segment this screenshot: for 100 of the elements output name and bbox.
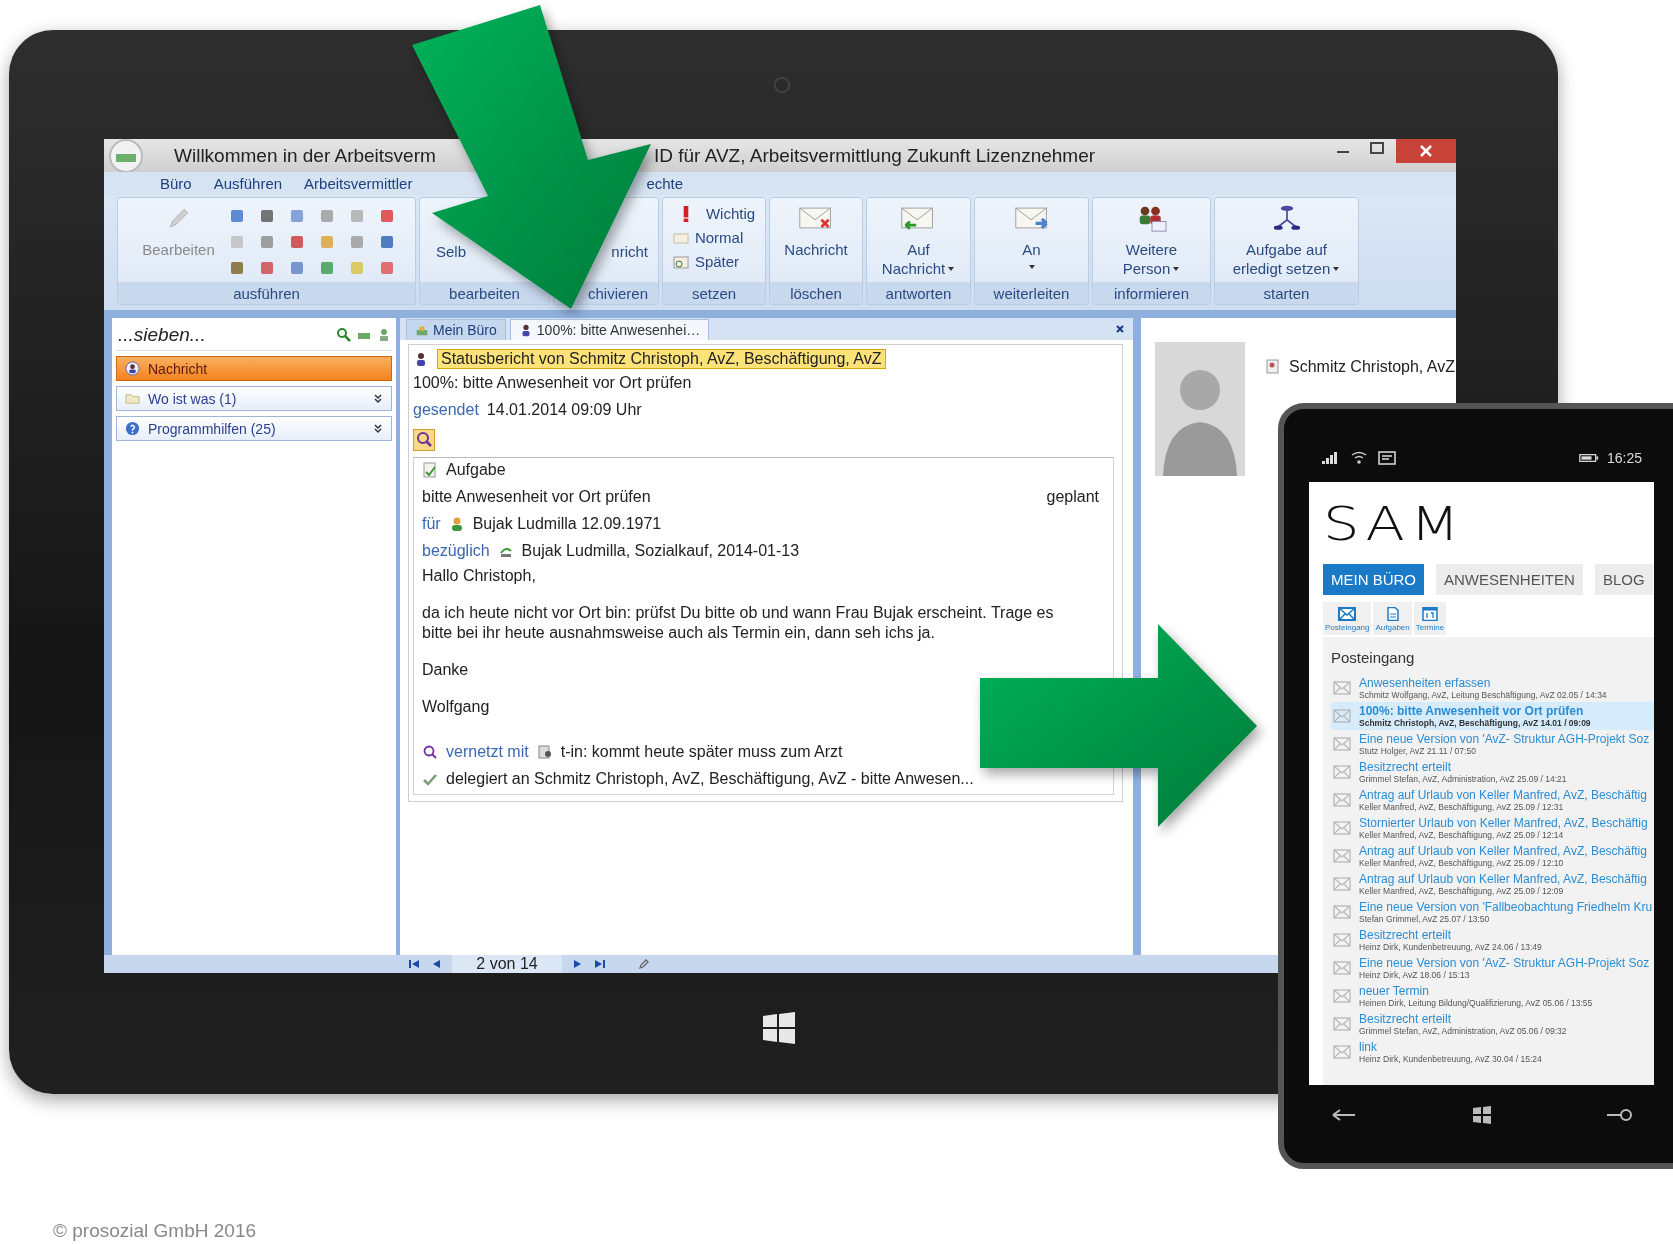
zoom-button[interactable] [413, 429, 435, 451]
envelope-icon [1333, 765, 1351, 779]
message-subject: Besitzrecht erteilt [1359, 1011, 1453, 1026]
ribbon-button[interactable]: Nachricht [780, 202, 852, 261]
menu-item[interactable]: echte [646, 175, 684, 192]
tool-icon[interactable] [258, 208, 275, 224]
envelope-icon [1333, 877, 1351, 891]
message-subject: link [1359, 1039, 1378, 1054]
menu-item[interactable]: Arbeitsvermittler [304, 175, 413, 192]
group-label: löschen [770, 282, 862, 304]
inbox-row[interactable]: Antrag auf Urlaub von Keller Manfred, AvZ, Beschäftig Keller Manfred, AvZ, Beschäftigung, AvZ 25.09 / 12:09 [1331, 870, 1654, 898]
window-title: ID für AVZ, Arbeitsvermittlung Zukunft Lizenznehmer [654, 144, 1096, 167]
tool-icon[interactable] [258, 234, 275, 250]
envelope-icon [1333, 1017, 1351, 1031]
app-logo-icon [108, 139, 144, 174]
close-button[interactable] [1396, 139, 1456, 163]
first-page-icon[interactable] [408, 958, 420, 970]
message-subject: Besitzrecht erteilt [1359, 927, 1453, 942]
inbox-row[interactable]: Antrag auf Urlaub von Keller Manfred, AvZ, Beschäftig Keller Manfred, AvZ, Beschäftigung, AvZ 25.09 / 12:31 [1331, 786, 1654, 814]
navigation-item[interactable]: Wo ist was (1) [116, 386, 392, 411]
tool-icon[interactable] [228, 260, 245, 276]
tool-icon[interactable] [348, 234, 365, 250]
priority-button[interactable]: Wichtig [668, 202, 760, 225]
message-sender: Schmitz Wolfgang, AvZ, Leitung Beschäftigung, AvZ 02.05 / 14:34 [1359, 689, 1607, 701]
message-sender: Heinz Dirk, Kundenbetreuung, AvZ 30.04 / 15:24 [1359, 1053, 1542, 1065]
message-paragraph: Hallo Christoph, [422, 566, 537, 586]
person-icon [125, 361, 140, 376]
zoom-icon[interactable] [422, 743, 438, 760]
help-icon [125, 421, 140, 436]
app-tab[interactable]: MEIN BÜRO [1323, 564, 1424, 595]
envelope-icon [1333, 933, 1351, 947]
expand-icon[interactable] [373, 393, 383, 404]
message-subject: Eine neue Version von 'AvZ- Struktur AGH-Projekt Soz [1359, 955, 1650, 970]
tool-icon[interactable] [378, 234, 395, 250]
message-subject: Antrag auf Urlaub von Keller Manfred, AvZ, Beschäftig [1359, 787, 1647, 802]
priority-button[interactable]: Später [668, 250, 760, 273]
inbox-row[interactable]: link Heinz Dirk, Kundenbetreuung, AvZ 30.04 / 15:24 [1331, 1038, 1654, 1066]
menu-item[interactable]: Büro [160, 175, 192, 192]
section-title: Aufgabe [446, 460, 506, 479]
inbox-row[interactable]: 100%: bitte Anwesenheit vor Ort prüfen Schmitz Christoph, AvZ, Beschäftigung, AvZ 14.01 / 09:09 [1331, 702, 1654, 730]
calendar-icon [1420, 607, 1439, 621]
envelope-icon [1333, 1045, 1351, 1059]
inbox-row[interactable]: Anwesenheiten erfassen Schmitz Wolfgang, AvZ, Leitung Beschäftigung, AvZ 02.05 / 14:34 [1331, 674, 1654, 702]
message-sender: Schmitz Christoph, AvZ, Beschäftigung, AvZ 14.01 / 09:09 [1359, 717, 1591, 729]
ribbon-button[interactable]: nricht [607, 240, 652, 263]
ribbon-button[interactable]: Auf Nachricht [877, 202, 960, 280]
app-tab[interactable]: ANWESENHEITEN [1436, 564, 1583, 595]
field-label: gesendet [413, 400, 479, 419]
delegation-note: delegiert an Schmitz Christoph, AvZ, Beschäftigung, AvZ - bitte Anwesen... [446, 769, 974, 788]
close-icon[interactable] [1115, 324, 1125, 334]
document-tab[interactable]: Mein Büro [406, 319, 506, 340]
expand-icon[interactable] [373, 423, 383, 434]
tool-icon[interactable] [378, 260, 395, 276]
priority-button[interactable]: Normal [668, 226, 760, 249]
windows-logo-icon[interactable] [762, 1011, 796, 1045]
tool-icon[interactable] [288, 208, 305, 224]
tool-icon[interactable] [288, 234, 305, 250]
status-time: 16:25 [1606, 450, 1642, 466]
navigation-item[interactable]: Programmhilfen (25) [116, 416, 392, 441]
navigation-item[interactable]: Nachricht [116, 356, 392, 381]
envelope-icon [1333, 849, 1351, 863]
inbox-row[interactable]: Antrag auf Urlaub von Keller Manfred, AvZ, Beschäftig Keller Manfred, AvZ, Beschäftigung, AvZ 25.09 / 12:10 [1331, 842, 1654, 870]
tool-icon[interactable] [288, 260, 305, 276]
message-subject: Anwesenheiten erfassen [1359, 675, 1492, 690]
inbox-row[interactable]: Stornierter Urlaub von Keller Manfred, AvZ, Beschäftig Keller Manfred, AvZ, Beschäftigung, AvZ 25.09 / 12:14 [1331, 814, 1654, 842]
app-logo: SAM [1323, 498, 1465, 550]
inbox-row[interactable]: Besitzrecht erteilt Grimmel Stefan, AvZ, Administration, AvZ 25.09 / 14:21 [1331, 758, 1654, 786]
group-label: bearbeiten [420, 282, 549, 304]
menu-item[interactable]: Ausführen [213, 175, 283, 192]
tool-icon[interactable] [318, 260, 335, 276]
last-page-icon[interactable] [594, 958, 606, 970]
pencil-icon[interactable] [638, 958, 650, 970]
app-tab[interactable]: BLOG [1594, 564, 1653, 595]
document-tab[interactable]: 100%: bitte Anwesenhei… [509, 319, 710, 340]
message-sender: Heinz Dirk, AvZ 18.06 / 15:13 [1359, 969, 1471, 981]
group-label: informieren [1093, 282, 1210, 304]
inbox-row[interactable]: Eine neue Version von 'Fallbeobachtung Friedhelm Kru Stefan Grimmel, AvZ 25.07 / 13:50 [1331, 898, 1654, 926]
tool-icon[interactable] [228, 208, 245, 224]
inbox-row[interactable]: Eine neue Version von 'AvZ- Struktur AGH-Projekt Soz Heinz Dirk, AvZ 18.06 / 15:13 [1331, 954, 1654, 982]
ribbon-button[interactable]: Selb [432, 240, 471, 263]
inbox-row[interactable]: Besitzrecht erteilt Heinz Dirk, Kundenbetreuung, AvZ 24.06 / 13:49 [1331, 926, 1654, 954]
tool-icon[interactable] [378, 208, 395, 224]
search-field[interactable]: ...sieben... [116, 324, 332, 346]
inbox-row[interactable]: Besitzrecht erteilt Grimmel Stefan, AvZ, Administration, AvZ 05.06 / 09:32 [1331, 1010, 1654, 1038]
envelope-icon [1333, 989, 1351, 1003]
ribbon-button[interactable]: Aufgabe auf erledigt setzen [1228, 202, 1345, 280]
ribbon-button[interactable]: An [1009, 202, 1054, 273]
inbox-row[interactable]: Eine neue Version von 'AvZ- Struktur AGH-Projekt Soz Stutz Holger, AvZ 21.11 / 07:50 [1331, 730, 1654, 758]
linked-item: t-in: kommt heute später muss zum Arzt [560, 742, 843, 761]
search-icon[interactable] [336, 327, 352, 343]
shortcut-tile[interactable]: Aufgaben [1373, 602, 1412, 635]
folder-icon [125, 391, 140, 406]
tool-icon[interactable] [318, 208, 335, 224]
field-label: für [422, 514, 441, 533]
task-text: bitte Anwesenheit vor Ort prüfen [422, 487, 651, 506]
shortcut-tile[interactable]: Termine [1413, 602, 1447, 635]
shortcut-tile[interactable]: Posteingang [1323, 602, 1372, 635]
tool-icon[interactable] [258, 260, 275, 276]
ribbon-button[interactable]: Weitere Person [1118, 202, 1185, 280]
inbox-row[interactable]: neuer Termin Heinen Dirk, Leitung Bildung/Qualifizierung, AvZ 05.06 / 13:55 [1331, 982, 1654, 1010]
